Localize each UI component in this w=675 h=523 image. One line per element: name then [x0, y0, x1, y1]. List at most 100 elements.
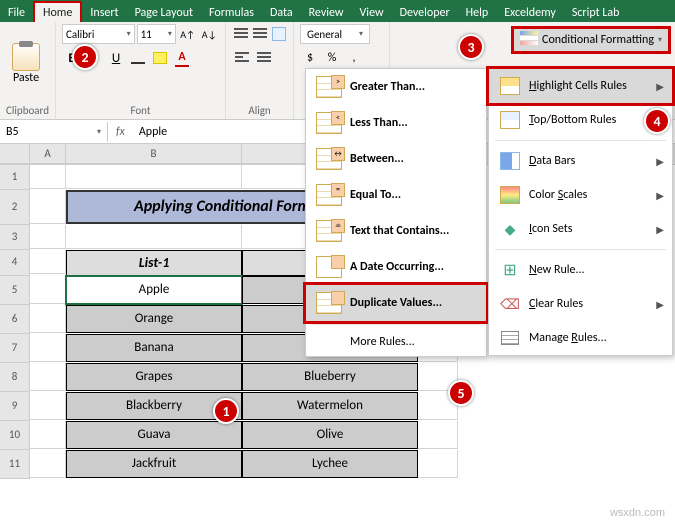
color-scales-item[interactable]: Color Scales▶ — [489, 178, 672, 212]
greater-than-label: Greater Than... — [350, 80, 425, 94]
cell-c9[interactable]: Watermelon — [242, 392, 418, 420]
tab-insert[interactable]: Insert — [82, 3, 126, 22]
icon-sets-item[interactable]: ◆ Icon Sets▶ — [489, 212, 672, 246]
font-size-select[interactable]: 11▾ — [137, 24, 176, 44]
col-header-a[interactable]: A — [30, 144, 66, 164]
duplicate-values-item[interactable]: Duplicate Values... — [303, 282, 489, 324]
select-all-corner[interactable] — [0, 144, 30, 164]
equal-to-item[interactable]: Equal To... — [306, 177, 486, 213]
callout-3: 3 — [458, 34, 484, 60]
name-box[interactable]: B5▾ — [0, 122, 108, 142]
border-button[interactable] — [128, 48, 148, 68]
conditional-formatting-menu: Highlight Cells Rules ▶ Top/Bottom Rules… — [488, 68, 673, 356]
tab-data[interactable]: Data — [262, 3, 301, 22]
tab-page-layout[interactable]: Page Layout — [127, 3, 201, 22]
conditional-formatting-icon — [520, 31, 538, 49]
row-header-10[interactable]: 10 — [0, 421, 30, 450]
ribbon-tabs: File Home Insert Page Layout Formulas Da… — [0, 0, 675, 22]
callout-5: 5 — [448, 380, 474, 406]
cell-b5[interactable]: Apple — [66, 276, 242, 304]
callout-1: 1 — [213, 398, 239, 424]
equal-to-label: Equal To... — [350, 188, 401, 202]
row-header-1[interactable]: 1 — [0, 165, 30, 190]
formula-value[interactable]: Apple — [133, 125, 173, 139]
cell-b6[interactable]: Orange — [66, 305, 242, 333]
more-rules-item[interactable]: More Rules... — [306, 328, 486, 356]
fill-color-button[interactable] — [150, 48, 170, 68]
wrap-text-button[interactable] — [270, 24, 287, 44]
tab-exceldemy[interactable]: Exceldemy — [496, 3, 564, 22]
col-header-b[interactable]: B — [66, 144, 242, 164]
underline-button[interactable]: U — [106, 48, 126, 68]
cell-c8[interactable]: Blueberry — [242, 363, 418, 391]
row-header-2[interactable]: 2 — [0, 190, 30, 225]
header-list1[interactable]: List-1 — [66, 250, 242, 276]
row-header-7[interactable]: 7 — [0, 334, 30, 363]
fx-button[interactable]: fx — [108, 125, 133, 139]
callout-4: 4 — [644, 108, 670, 134]
tab-view[interactable]: View — [352, 3, 392, 22]
more-rules-label: More Rules... — [316, 335, 415, 349]
data-bars-item[interactable]: Data Bars▶ — [489, 144, 672, 178]
duplicate-values-label: Duplicate Values... — [350, 296, 442, 310]
font-color-button[interactable]: A — [172, 48, 192, 68]
cell-c10[interactable]: Olive — [242, 421, 418, 449]
highlight-cells-rules-submenu: Greater Than... Less Than... Between... … — [305, 68, 487, 357]
cell-b10[interactable]: Guava — [66, 421, 242, 449]
align-middle-button[interactable] — [251, 24, 268, 44]
row-header-4[interactable]: 4 — [0, 250, 30, 276]
new-rule-item[interactable]: ⊞New Rule... — [489, 253, 672, 287]
align-left-button[interactable] — [232, 48, 252, 68]
percent-button[interactable]: % — [322, 48, 342, 68]
row-header-9[interactable]: 9 — [0, 392, 30, 421]
between-label: Between... — [350, 152, 404, 166]
conditional-formatting-label: Conditional Formatting — [542, 33, 654, 47]
comma-button[interactable]: , — [344, 48, 364, 68]
align-center-button[interactable] — [254, 48, 274, 68]
cell-c11[interactable]: Lychee — [242, 450, 418, 478]
highlight-cells-rules-item[interactable]: Highlight Cells Rules ▶ — [486, 66, 675, 106]
currency-button[interactable]: $ — [300, 48, 320, 68]
date-occurring-item[interactable]: A Date Occurring... — [306, 249, 486, 285]
number-format-select[interactable]: General▾ — [300, 24, 370, 44]
paste-label: Paste — [13, 71, 39, 85]
manage-rules-item[interactable]: Manage Rules... — [489, 321, 672, 355]
paste-icon — [12, 43, 40, 71]
font-family-select[interactable]: Calibri▾ — [62, 24, 135, 44]
tab-script-lab[interactable]: Script Lab — [564, 3, 628, 22]
greater-than-item[interactable]: Greater Than... — [306, 69, 486, 105]
cell-b8[interactable]: Grapes — [66, 363, 242, 391]
group-clipboard: Paste Clipboard — [0, 22, 56, 119]
increase-font-button[interactable]: A↑ — [178, 24, 198, 44]
tab-file[interactable]: File — [0, 3, 33, 22]
group-alignment: Align — [226, 22, 294, 119]
alignment-label: Align — [232, 100, 287, 117]
clear-rules-item[interactable]: ⌫Clear Rules▶ — [489, 287, 672, 321]
align-top-button[interactable] — [232, 24, 249, 44]
tab-formulas[interactable]: Formulas — [201, 3, 262, 22]
row-header-6[interactable]: 6 — [0, 305, 30, 334]
text-contains-label: Text that Contains... — [350, 224, 449, 238]
row-header-8[interactable]: 8 — [0, 363, 30, 392]
clipboard-label: Clipboard — [6, 100, 49, 117]
less-than-item[interactable]: Less Than... — [306, 105, 486, 141]
tab-review[interactable]: Review — [301, 3, 352, 22]
cell-b7[interactable]: Banana — [66, 334, 242, 362]
callout-2: 2 — [72, 44, 98, 70]
text-contains-item[interactable]: Text that Contains... — [306, 213, 486, 249]
cell-b11[interactable]: Jackfruit — [66, 450, 242, 478]
decrease-font-button[interactable]: A↓ — [199, 24, 219, 44]
watermark: wsxdn.com — [610, 507, 665, 519]
between-item[interactable]: Between... — [306, 141, 486, 177]
row-header-5[interactable]: 5 — [0, 276, 30, 305]
paste-button[interactable]: Paste — [6, 39, 46, 85]
conditional-formatting-button[interactable]: Conditional Formatting ▾ — [511, 26, 671, 54]
less-than-label: Less Than... — [350, 116, 408, 130]
tab-developer[interactable]: Developer — [392, 3, 458, 22]
group-font: Calibri▾ 11▾ A↑ A↓ B I U A Font — [56, 22, 226, 119]
row-header-11[interactable]: 11 — [0, 450, 30, 479]
font-group-label: Font — [62, 100, 219, 117]
tab-home[interactable]: Home — [33, 1, 82, 22]
tab-help[interactable]: Help — [458, 3, 497, 22]
row-header-3[interactable]: 3 — [0, 225, 30, 250]
